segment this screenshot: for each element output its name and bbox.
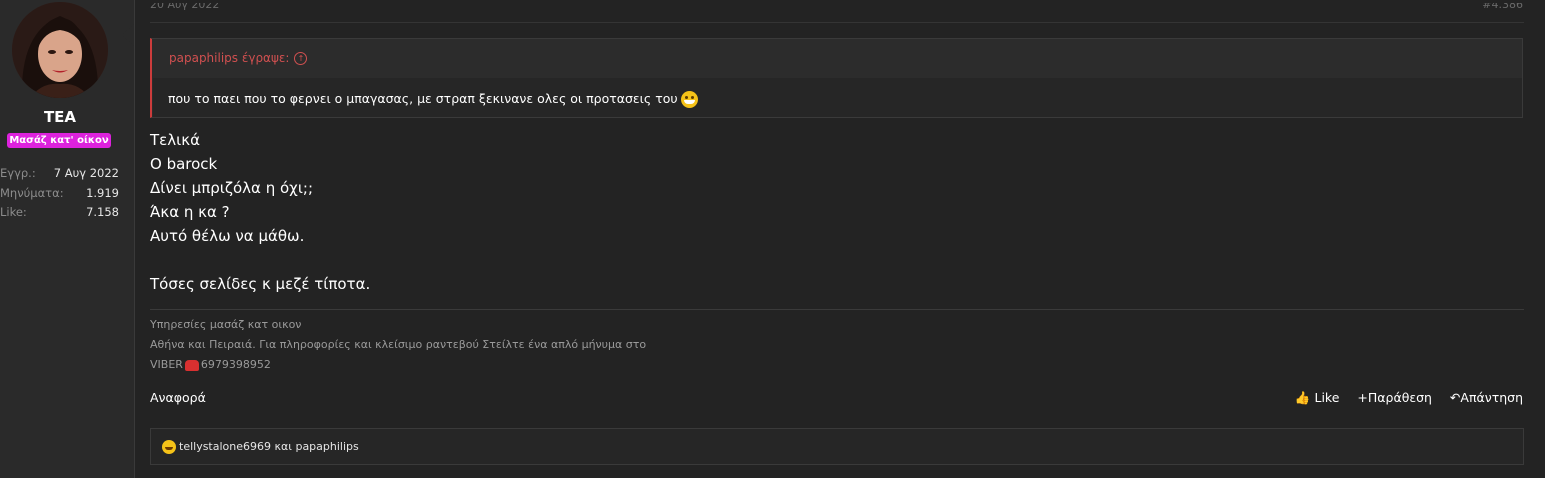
signature-divider: [150, 309, 1524, 310]
post-header-divider: [150, 22, 1524, 23]
stat-likes-value: 7.158: [86, 205, 119, 219]
stat-likes-label: Like:: [0, 205, 27, 219]
post-date[interactable]: 20 Αυγ 2022: [150, 3, 219, 13]
grinning-face-icon: [680, 91, 698, 108]
message-content: Τελικά Ο barock Δίνει μπριζόλα η όχι;; Ά…: [150, 128, 370, 296]
post-actions: 👍 Like +Παράθεση ↶Απάντηση: [1281, 390, 1523, 406]
message-line: Δίνει μπριζόλα η όχι;;: [150, 179, 314, 197]
quote-button[interactable]: +Παράθεση: [1357, 390, 1432, 405]
quote-block: papaphilips έγραψε: ↑ που το παει που το …: [150, 38, 1523, 118]
signature-line-2: Αθήνα και Πειραιά. Για πληροφορίες και κ…: [150, 338, 647, 351]
quote-author-line[interactable]: papaphilips έγραψε: ↑: [169, 51, 308, 65]
stat-joined-value: 7 Αυγ 2022: [53, 166, 119, 180]
reply-label: Απάντηση: [1460, 390, 1523, 405]
reactions-summary[interactable]: tellystalone6969 και papaphilips: [162, 440, 359, 454]
reply-arrow-icon: ↶: [1449, 390, 1461, 405]
user-sidebar: TEA Μασάζ κατ' οίκον Εγγρ.: 7 Αυγ 2022 Μ…: [0, 0, 135, 478]
message-line: [150, 248, 370, 272]
signature-line-1: Υπηρεσίες μασάζ κατ οικον: [150, 318, 302, 331]
stat-messages-label: Μηνύματα:: [0, 186, 64, 200]
sidebar-pointer: [122, 24, 134, 46]
signature-phone: 6979398952: [200, 358, 271, 371]
report-link[interactable]: Αναφορά: [150, 390, 206, 405]
like-button[interactable]: 👍 Like: [1295, 390, 1339, 405]
telephone-icon: [184, 359, 199, 371]
username[interactable]: TEA: [0, 108, 120, 126]
message-line: Τόσες σελίδες κ μεζέ τίποτα.: [150, 275, 371, 293]
quote-author[interactable]: papaphilips έγραψε:: [169, 51, 289, 65]
signature-viber: VIBER: [150, 358, 183, 371]
signature-line-3: VIBER 6979398952: [150, 355, 646, 375]
avatar[interactable]: [12, 2, 108, 98]
reactions-bar[interactable]: tellystalone6969 και papaphilips: [150, 428, 1524, 465]
quote-text-content: που το παει που το φερνει ο μπαγασας, με…: [168, 91, 678, 106]
reactions-users[interactable]: tellystalone6969 και papaphilips: [179, 440, 359, 453]
signature: Υπηρεσίες μασάζ κατ οικον Αθήνα και Πειρ…: [150, 315, 646, 375]
quote-label: Παράθεση: [1367, 390, 1432, 405]
reply-button[interactable]: ↶Απάντηση: [1450, 390, 1523, 405]
stat-messages-value: 1.919: [86, 186, 119, 200]
thumbs-up-icon: 👍: [1294, 390, 1311, 405]
post-number[interactable]: #4.386: [1482, 3, 1523, 13]
arrow-up-circle-icon[interactable]: ↑: [294, 52, 308, 65]
stat-joined-label: Εγγρ.:: [0, 166, 36, 180]
plus-icon: +: [1357, 390, 1368, 405]
message-line: Αυτό θέλω να μάθω.: [150, 227, 305, 245]
quote-text: που το παει που το φερνει ο μπαγασας, με…: [168, 91, 698, 108]
message-line: Άκα η κα ?: [150, 203, 230, 221]
laughing-face-icon: [162, 440, 176, 454]
message-line: Ο barock: [150, 155, 218, 173]
message-line: Τελικά: [150, 131, 200, 149]
like-label: Like: [1314, 390, 1340, 405]
user-title-badge: Μασάζ κατ' οίκον: [7, 133, 111, 148]
